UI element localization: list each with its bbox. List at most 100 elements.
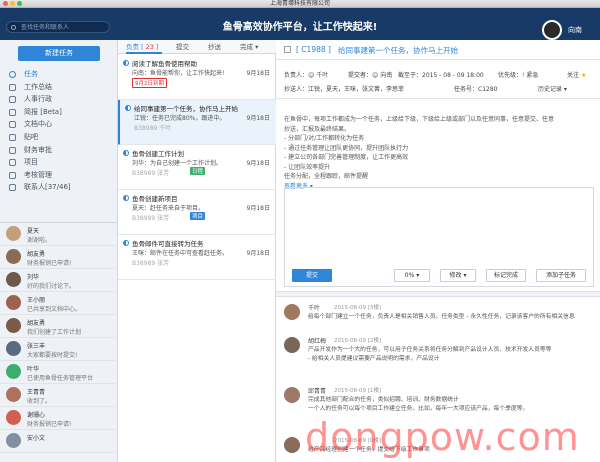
user-avatar[interactable]	[542, 20, 562, 40]
sidebar-item-hr[interactable]: 人事行政	[0, 93, 118, 106]
contact-item[interactable]: 胡友勇 我们创建了工作计划	[0, 315, 118, 338]
task-item[interactable]: 鱼骨创建新项目 夏天：赶任务来自于项目。 9月18日 B38989 张芳 项目	[118, 190, 276, 235]
sidebar-item-docs[interactable]: 文档中心	[0, 118, 118, 131]
status-icon	[123, 195, 129, 201]
task-item-selected[interactable]: 给同事建第一个任务，协作马上开始 江锐：任务已完成80%，跟进中。 9月18日 …	[118, 100, 276, 145]
window-title: 上海青壕科技有限公司	[269, 0, 330, 7]
top-bar: 查找任务和联系人 鱼骨高效协作平台，让工作快起来! 向南	[0, 8, 600, 40]
comment-item: 胡红梅 2015-08-09 [2楼] 产品开发作为一个大的任务，可以用子任务关…	[284, 335, 594, 377]
sidebar-item-brief[interactable]: 简报 [Beta]	[0, 106, 118, 119]
avatar	[6, 249, 21, 264]
sidebar-item-projects[interactable]: 项目	[0, 156, 118, 169]
people-icon	[9, 96, 16, 104]
star-icon: ★	[580, 72, 587, 79]
due-badge: 9月2日到期	[132, 78, 167, 88]
status-icon	[125, 105, 131, 111]
window-titlebar: 上海青壕科技有限公司	[0, 0, 600, 8]
contact-item[interactable]: 夏天 谢谢啦。	[0, 223, 118, 246]
follow-button[interactable]: 关注 ★	[567, 70, 586, 79]
task-item[interactable]: 阅读了解鱼骨使用帮助 向南：鱼骨能帮你，让工作快起来! 9月18日 9月2日到期	[118, 55, 276, 100]
edit-button[interactable]: 修改 ▾	[440, 269, 476, 282]
mail-icon	[9, 108, 16, 116]
sidebar-item-summary[interactable]: 工作总结	[0, 81, 118, 94]
task-title: 给同事建第一个任务，协作马上开始	[338, 46, 458, 55]
chat-icon	[9, 133, 16, 141]
status-icon	[123, 150, 129, 156]
avatar	[284, 337, 300, 353]
task-detail-panel: [ C1988 ] 给同事建第一个任务，协作马上开始 负责人：☺ 千叶 提交者：…	[276, 40, 600, 462]
submit-button[interactable]: 提交	[292, 269, 332, 282]
avatar	[6, 410, 21, 425]
avatar	[6, 364, 21, 379]
user-name[interactable]: 向南	[568, 25, 582, 35]
project-icon	[9, 159, 16, 167]
complete-checkbox[interactable]	[284, 46, 291, 53]
status-icon	[123, 240, 129, 246]
avatar	[284, 387, 300, 403]
contact-item[interactable]: 刘华 好的我们讨论下。	[0, 269, 118, 292]
finance-icon	[9, 146, 16, 154]
tab-owner[interactable]: 负责 [ 23 ]	[126, 40, 162, 54]
sidebar-item-contacts[interactable]: 联系人[37/46]	[0, 181, 118, 194]
task-icon	[9, 71, 16, 78]
contact-item[interactable]: 王青青 收到了。	[0, 384, 118, 407]
project-badge: 项目	[190, 212, 206, 220]
search-placeholder: 查找任务和联系人	[21, 24, 70, 31]
task-item[interactable]: 鱼骨邮件可直接转为任务 王咪：邮件在任务中可查看赶任务。 9月18日 B3898…	[118, 235, 276, 280]
status-icon	[123, 60, 129, 66]
task-id: [ C1988 ]	[296, 45, 331, 54]
task-item[interactable]: 鱼骨创建工作计划 刘华：为自己创建一个工作计划。 9月18日 B38989 张芳…	[118, 145, 276, 190]
avatar	[284, 304, 300, 320]
priority-field[interactable]: 优先级：! 紧急	[498, 70, 538, 79]
tab-done[interactable]: 完成 ▾	[240, 40, 258, 54]
cc-field[interactable]: 抄送人：江锐，夏天，王咪，张文菁，李思菲	[284, 84, 404, 93]
sidebar-item-finance[interactable]: 财务审批	[0, 144, 118, 157]
sidebar-item-assessment[interactable]: 考核管理	[0, 169, 118, 182]
deadline-field[interactable]: 截至于：2015 - 08 - 09 18:00	[398, 70, 484, 79]
schedule-badge: 日程	[190, 167, 206, 175]
avatar	[6, 318, 21, 333]
editor-toolbar: 提交 0% ▾ 修改 ▾ 标记完成 添加子任务	[284, 266, 594, 286]
task-description: 在鱼骨中，每项工作都成为一个任务，上级给下级，下级给上级或部门以及任意同事，任意…	[284, 115, 594, 191]
submitter-field: 提交者：☺ 向南	[348, 72, 393, 79]
avatar	[6, 272, 21, 287]
section-divider	[276, 291, 600, 297]
watermark: dongpow.com	[305, 415, 580, 459]
sidebar: 新建任务 任务 工作总结 人事行政 简报 [Beta] 文档中心 贴吧 财务审批…	[0, 40, 118, 462]
task-tabs: 负责 [ 23 ] 提交 抄送 完成 ▾	[118, 40, 276, 54]
history-button[interactable]: 历史记录 ▾	[538, 84, 567, 93]
sidebar-item-tasks[interactable]: 任务	[0, 68, 118, 81]
search-input[interactable]: 查找任务和联系人	[6, 21, 110, 33]
sidebar-item-forum[interactable]: 贴吧	[0, 131, 118, 144]
avatar	[6, 226, 21, 241]
contact-item[interactable]: 谢珊心 财务报销已申请!	[0, 407, 118, 430]
tab-cc[interactable]: 抄送	[208, 40, 221, 54]
sidebar-nav: 任务 工作总结 人事行政 简报 [Beta] 文档中心 贴吧 财务审批 项目 考…	[0, 68, 118, 194]
contact-item[interactable]: 王小丽 已共享到文档中心。	[0, 292, 118, 315]
search-icon	[11, 25, 16, 30]
avatar	[6, 341, 21, 356]
chevron-down-icon: ▾	[255, 43, 259, 51]
new-task-button[interactable]: 新建任务	[18, 46, 100, 61]
add-subtask-button[interactable]: 添加子任务	[536, 269, 586, 282]
summary-icon	[9, 83, 16, 91]
user-icon: ☺	[308, 72, 315, 79]
contact-item[interactable]: 张三丰 大家都要按时提交!	[0, 338, 118, 361]
contact-item[interactable]: 叶华 已使用鱼骨任务管理平台	[0, 361, 118, 384]
avatar	[284, 437, 300, 453]
mark-done-button[interactable]: 标记完成	[486, 269, 526, 282]
comment-item: 千叶 2015-08-09 [3楼] 给每个部门建立一个任务，负责人是相关销售人…	[284, 302, 594, 332]
contact-item[interactable]: 安小文	[0, 430, 118, 453]
user-icon: ☺	[372, 72, 379, 79]
contact-list: 夏天 谢谢啦。 胡友勇 财务报销已申请! 刘华 好的我们讨论下。 王小丽 已共享到文档中…	[0, 222, 118, 462]
slogan: 鱼骨高效协作平台，让工作快起来!	[222, 22, 378, 33]
priority-flag-icon: !	[522, 72, 525, 79]
progress-select[interactable]: 0% ▾	[394, 269, 430, 282]
divider	[276, 98, 600, 99]
owner-field: 负责人：☺ 千叶	[284, 72, 329, 79]
tab-submit[interactable]: 提交	[176, 40, 189, 54]
contact-item[interactable]: 胡友勇 财务报销已申请!	[0, 246, 118, 269]
avatar	[6, 295, 21, 310]
avatar	[6, 433, 21, 448]
contacts-icon	[9, 184, 16, 192]
